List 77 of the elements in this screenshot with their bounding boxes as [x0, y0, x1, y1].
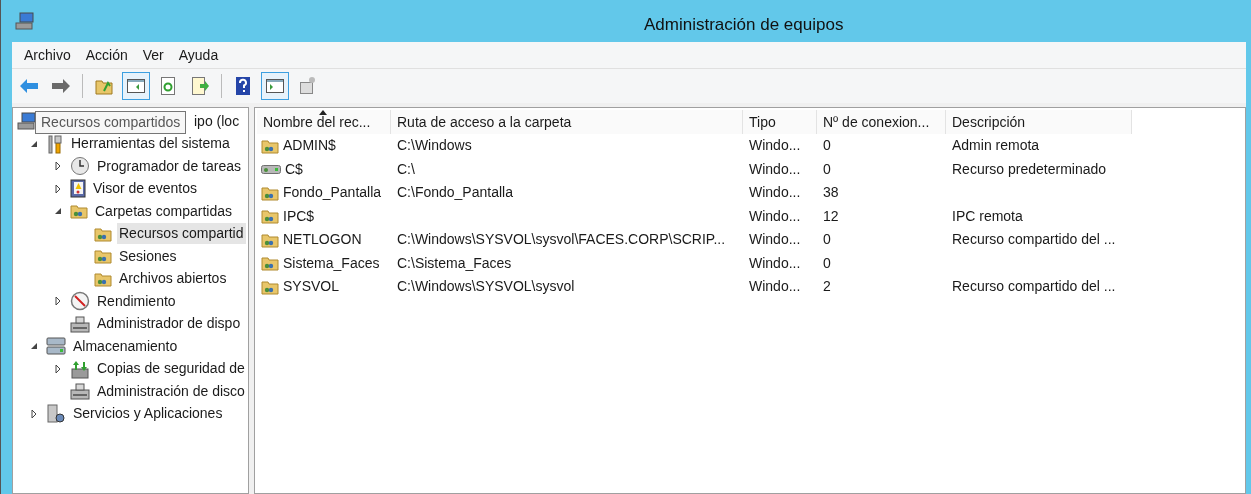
menu-item[interactable]: Acción — [79, 42, 134, 68]
tree-item[interactable]: Herramientas del sistema — [69, 133, 232, 155]
computer-icon — [15, 12, 35, 30]
table-cell-text: C$ — [285, 159, 303, 179]
table-cell-text: C:\ — [397, 159, 415, 179]
tools-icon — [46, 133, 64, 154]
table-cell-text: 0 — [823, 136, 831, 156]
table-cell-text: Recurso predeterminado — [952, 159, 1107, 179]
tree-item[interactable]: Programador de tareas — [95, 155, 243, 177]
tree-item[interactable]: Copias de seguridad de — [95, 358, 247, 380]
tree-pane-icon — [126, 76, 146, 96]
toolbar-button[interactable] — [122, 72, 150, 100]
table-cell-text: C:\Windows\SYSVOL\sysvol\FACES.CORP\SCRIP... — [397, 230, 726, 250]
table-cell-text: Recurso compartido del ... — [952, 277, 1116, 297]
table-cell-text: 0 — [823, 253, 831, 273]
computer-icon — [17, 112, 37, 131]
tree-item[interactable]: Visor de eventos — [91, 178, 200, 200]
column-header[interactable]: Tipo — [743, 110, 817, 134]
tree-item[interactable]: Almacenamiento — [71, 335, 180, 357]
table-cell-text: Windo... — [749, 230, 801, 250]
forward-arrow-icon — [51, 76, 71, 96]
window-title: Administración de equipos — [644, 14, 844, 36]
tree-item[interactable]: Rendimiento — [95, 290, 178, 312]
table-cell-text: ADMIN$ — [283, 136, 336, 156]
shared-drive-icon — [261, 163, 281, 176]
sort-up-icon — [319, 110, 327, 115]
device-manager-icon — [70, 314, 90, 333]
help-icon — [233, 76, 253, 96]
menu-item[interactable]: Archivo — [18, 42, 77, 68]
tree-item[interactable]: Carpetas compartidas — [93, 200, 234, 222]
tree-item[interactable]: Recursos compartid — [117, 223, 246, 245]
storage-icon — [46, 337, 66, 356]
table-cell-text: SYSVOL — [283, 277, 340, 297]
table-cell-text: C:\Windows — [397, 136, 472, 156]
column-header[interactable]: Nº de conexion... — [817, 110, 946, 134]
table-cell-text: Windo... — [749, 277, 801, 297]
refresh-icon — [158, 76, 178, 96]
table-cell-text: Windo... — [749, 159, 801, 179]
table-cell-text: C:\Fondo_Pantalla — [397, 183, 513, 203]
disk-drive-icon — [70, 382, 90, 401]
table-cell-text: IPC$ — [283, 206, 315, 226]
table-cell-text: 2 — [823, 277, 831, 297]
column-header[interactable]: Ruta de acceso a la carpeta — [391, 110, 743, 134]
table-cell-text: Fondo_Pantalla — [283, 183, 382, 203]
tree-item[interactable]: Administración de disco — [95, 380, 247, 402]
column-header[interactable]: Descripción — [946, 110, 1132, 134]
table-cell-text: 0 — [823, 159, 831, 179]
tree-item[interactable]: Administrador de dispo — [95, 313, 243, 335]
table-cell-text: Windo... — [749, 206, 801, 226]
table-cell-text: 0 — [823, 230, 831, 250]
table-cell-text: C:\Sistema_Faces — [397, 253, 512, 273]
tree-item[interactable]: Servicios y Aplicaciones — [71, 403, 225, 425]
clock-icon — [70, 156, 90, 177]
table-cell-text: Admin remota — [952, 136, 1040, 156]
table-cell-text: Windo... — [749, 183, 801, 203]
services-icon — [46, 403, 66, 424]
tree-item[interactable]: Archivos abiertos — [117, 268, 229, 290]
table-cell-text: Windo... — [749, 253, 801, 273]
table-cell-text: 12 — [823, 206, 839, 226]
action-pane-icon — [265, 76, 285, 96]
table-cell-text: NETLOGON — [283, 230, 362, 250]
tree-item[interactable]: ipo (loc — [192, 110, 242, 132]
table-cell-text: IPC remota — [952, 206, 1023, 226]
column-header[interactable]: Nombre del rec... — [257, 110, 391, 134]
event-log-icon — [70, 179, 86, 199]
table-cell-text: Windo... — [749, 136, 801, 156]
menu-item[interactable]: Ver — [136, 42, 170, 68]
table-cell-text: Sistema_Faces — [283, 253, 380, 273]
table-cell-text: Recurso compartido del ... — [952, 230, 1116, 250]
gauge-icon — [70, 291, 90, 312]
menu-item[interactable]: Ayuda — [172, 42, 225, 68]
table-cell-text: C:\Windows\SYSVOL\sysvol — [397, 277, 575, 297]
toolbar-button[interactable] — [261, 72, 289, 100]
table-cell-text: 38 — [823, 183, 839, 203]
tree-item[interactable]: Sesiones — [117, 245, 179, 267]
export-list-icon — [190, 76, 210, 96]
tooltip: Recursos compartidos — [35, 111, 187, 134]
